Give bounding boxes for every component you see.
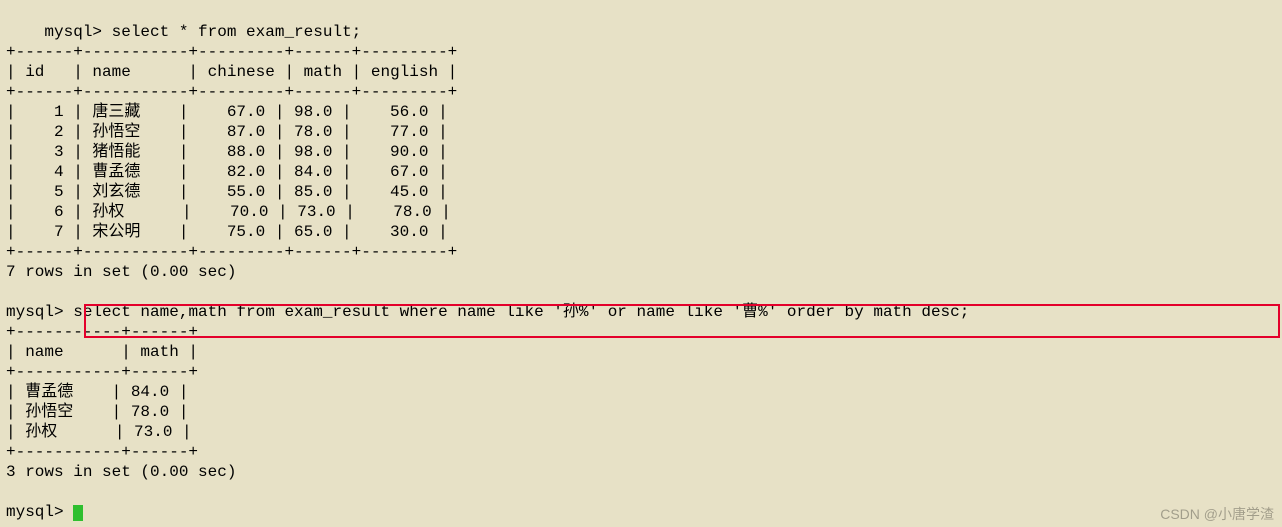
- table1-row: | 3 | 猪悟能 | 88.0 | 98.0 | 90.0 |: [6, 143, 448, 161]
- table1-row: | 4 | 曹孟德 | 82.0 | 84.0 | 67.0 |: [6, 163, 448, 181]
- table2-header: | name | math |: [6, 343, 198, 361]
- table2-border-top: +-----------+------+: [6, 323, 198, 341]
- mysql-prompt: mysql>: [6, 303, 73, 321]
- sql-query-1: select * from exam_result;: [112, 23, 362, 41]
- table2-row: | 孙悟空 | 78.0 |: [6, 403, 188, 421]
- table1-row: | 5 | 刘玄德 | 55.0 | 85.0 | 45.0 |: [6, 183, 448, 201]
- table1-header: | id | name | chinese | math | english |: [6, 63, 457, 81]
- mysql-prompt: mysql>: [6, 503, 73, 521]
- table1-border-top: +------+-----------+---------+------+---…: [6, 43, 457, 61]
- mysql-prompt: mysql>: [44, 23, 111, 41]
- table1-border-bot: +------+-----------+---------+------+---…: [6, 243, 457, 261]
- table1-border-mid: +------+-----------+---------+------+---…: [6, 83, 457, 101]
- table1-row: | 2 | 孙悟空 | 87.0 | 78.0 | 77.0 |: [6, 123, 448, 141]
- table2-row: | 曹孟德 | 84.0 |: [6, 383, 188, 401]
- table2-border-bot: +-----------+------+: [6, 443, 198, 461]
- terminal-cursor[interactable]: [73, 505, 83, 521]
- result1-footer: 7 rows in set (0.00 sec): [6, 263, 236, 281]
- result2-footer: 3 rows in set (0.00 sec): [6, 463, 236, 481]
- terminal-output: mysql> select * from exam_result; +-----…: [0, 0, 1282, 527]
- table1-row: | 1 | 唐三藏 | 67.0 | 98.0 | 56.0 |: [6, 103, 448, 121]
- table1-row: | 7 | 宋公明 | 75.0 | 65.0 | 30.0 |: [6, 223, 448, 241]
- sql-query-2: select name,math from exam_result where …: [73, 303, 969, 321]
- watermark-text: CSDN @小唐学渣: [1160, 506, 1274, 524]
- table2-border-mid: +-----------+------+: [6, 363, 198, 381]
- table2-row: | 孙权 | 73.0 |: [6, 423, 192, 441]
- table1-row: | 6 | 孙权 | 70.0 | 73.0 | 78.0 |: [6, 203, 451, 221]
